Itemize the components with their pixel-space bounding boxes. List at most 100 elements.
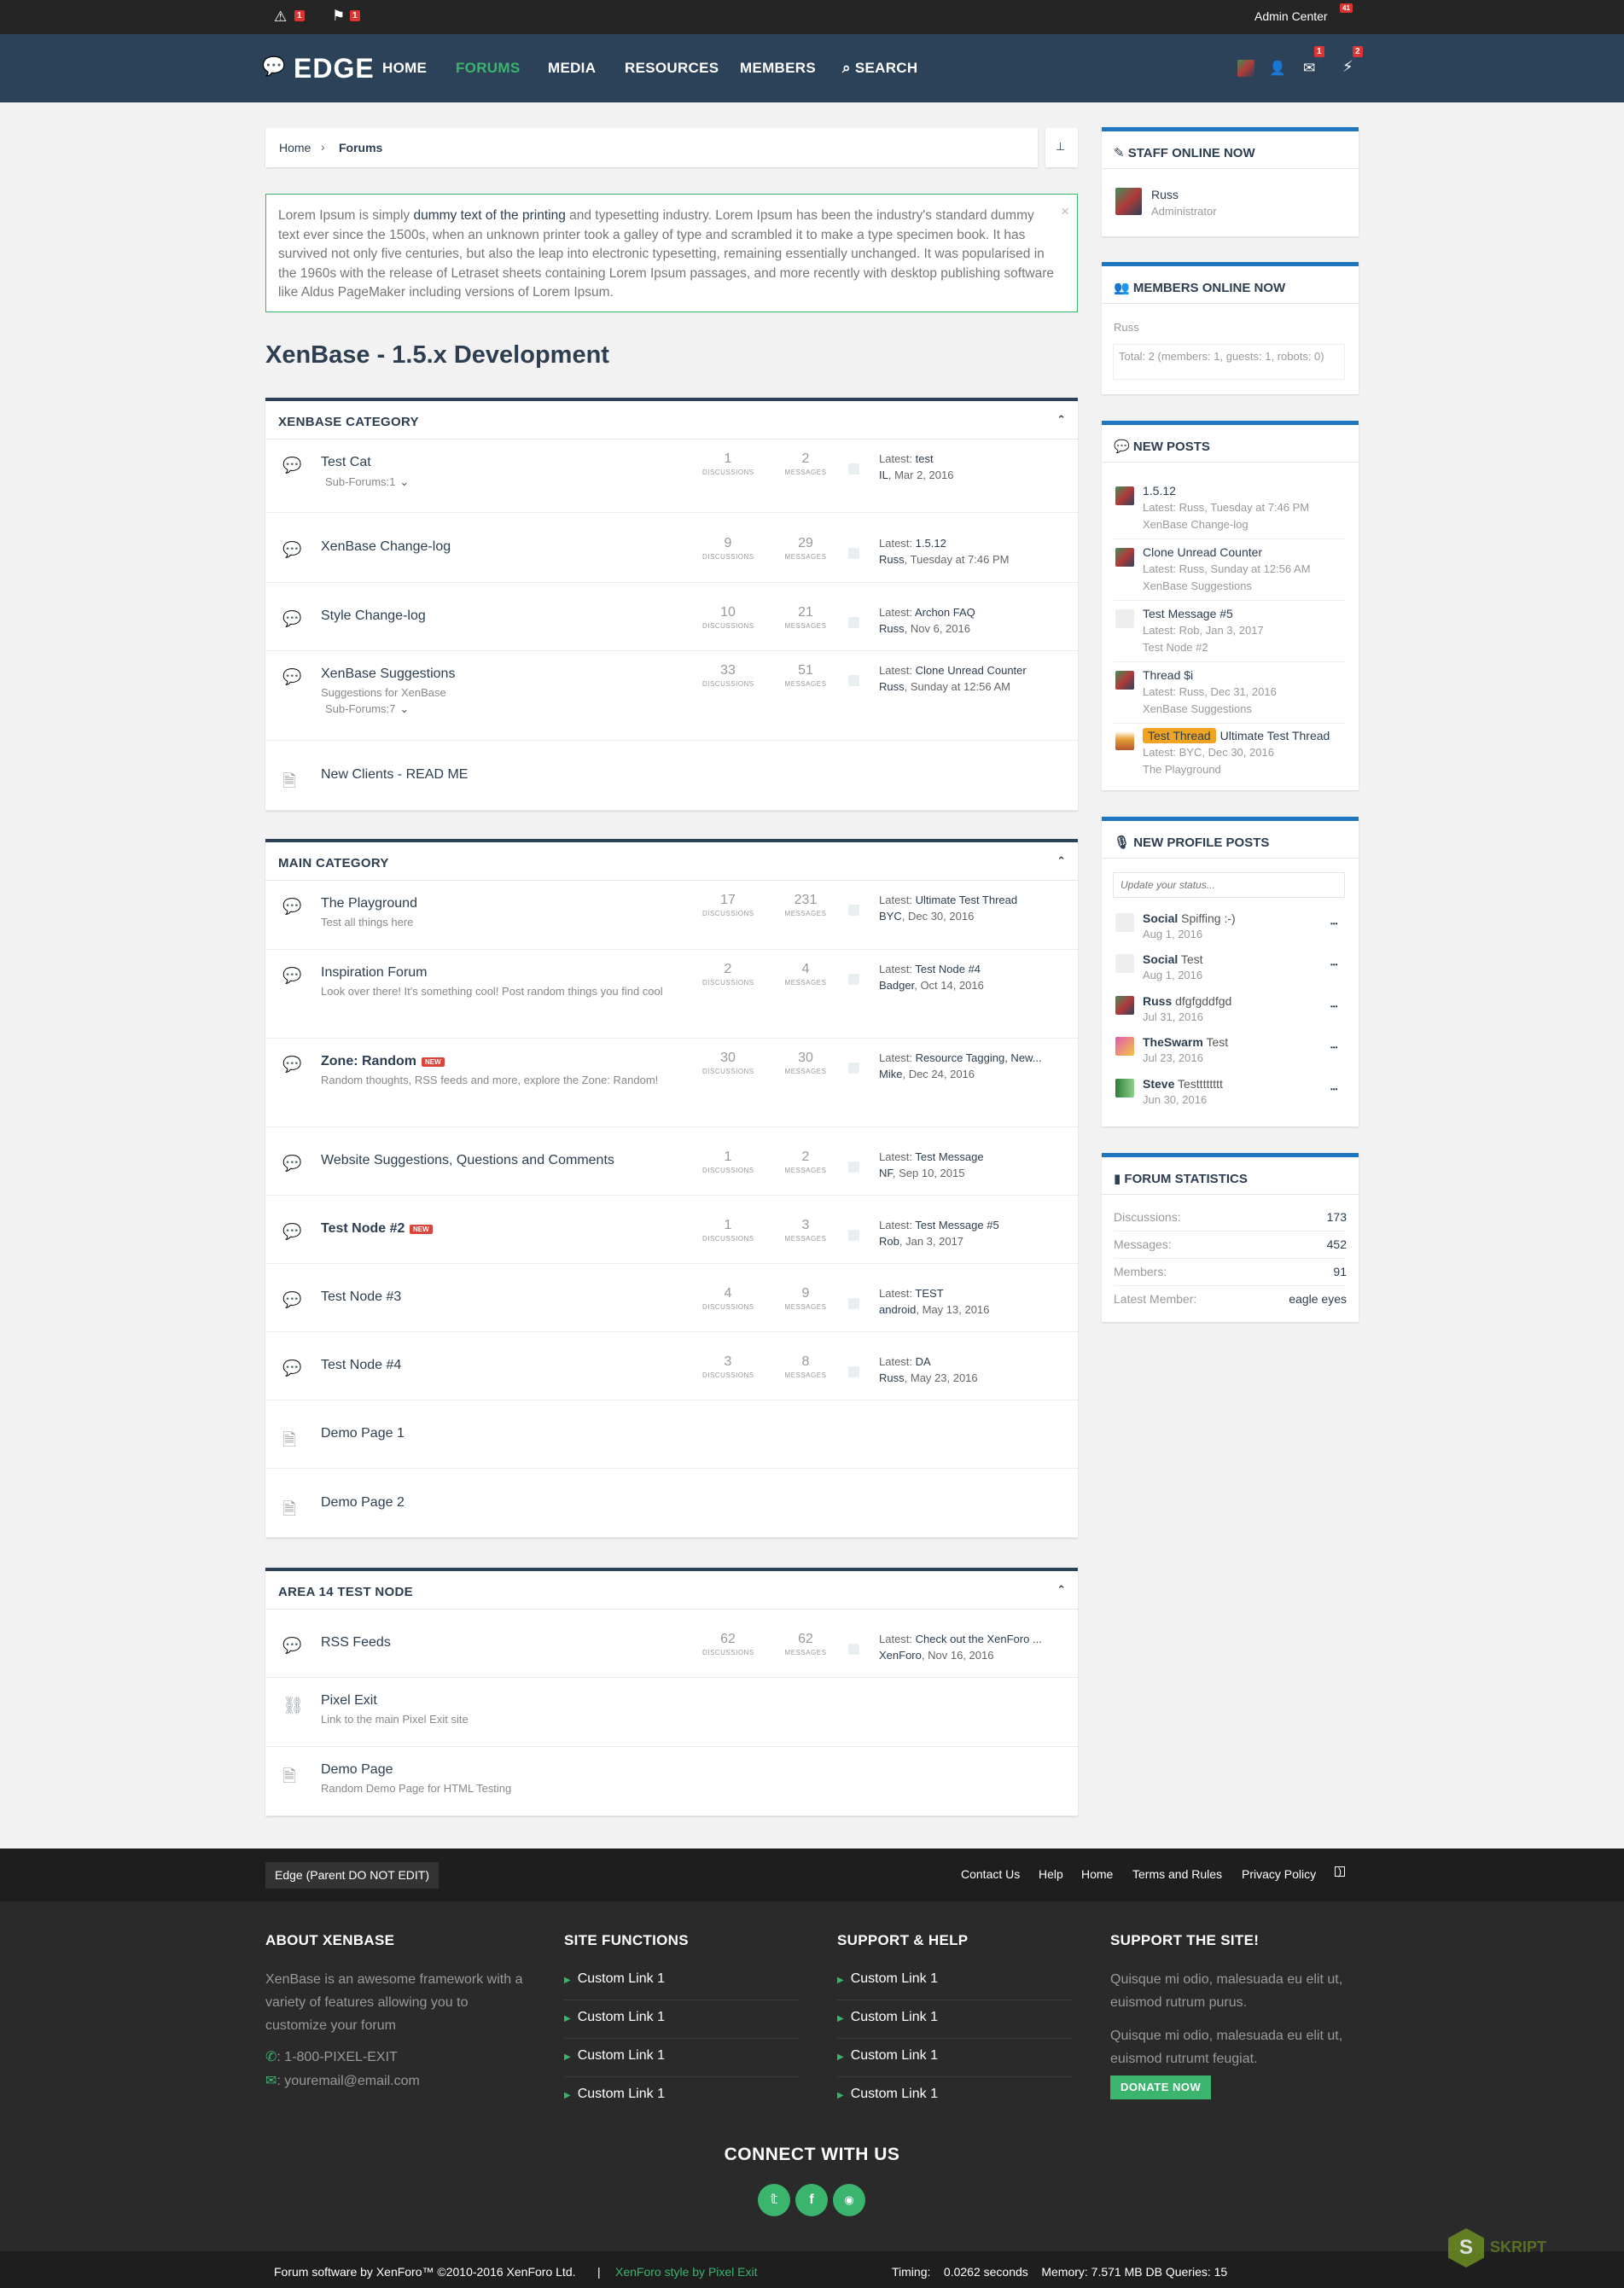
new-post-title[interactable]: Thread $i	[1143, 668, 1193, 682]
footer-custom-link[interactable]: ▶ Custom Link 1	[837, 2087, 938, 2102]
breadcrumb-home[interactable]: Home	[279, 141, 311, 154]
sitemap-button[interactable]: ⊥	[1045, 128, 1078, 167]
forum-title[interactable]: New Clients - READ ME	[321, 767, 468, 783]
latest-user-link[interactable]: android	[879, 1303, 916, 1316]
post-avatar[interactable]	[1115, 548, 1134, 567]
footer-custom-link[interactable]: ▶ Custom Link 1	[564, 2087, 665, 2102]
forum-row[interactable]: 💬 Test Cat Sub-Forums:1 ⌄ 1 DISCUSSIONS 2 MESSA…	[265, 440, 1078, 513]
forum-row[interactable]: 💬 XenBase Change-log 9 DISCUSSIONS 29 MESSAGE…	[265, 513, 1078, 583]
footer-custom-link[interactable]: ▶ Custom Link 1	[837, 2048, 938, 2064]
forum-title[interactable]: Demo Page 2	[321, 1495, 405, 1511]
forum-title[interactable]: Test Cat	[321, 455, 371, 470]
last-poster-avatar[interactable]	[848, 1230, 859, 1241]
rss-icon[interactable]: )	[1335, 1866, 1345, 1877]
alerts-bolt-icon[interactable]: ⚡	[1342, 58, 1353, 76]
forum-title[interactable]: Demo Page 1	[321, 1426, 405, 1441]
profile-post-user[interactable]: TheSwarm	[1143, 1035, 1203, 1049]
forum-row[interactable]: 💬 Style Change-log 10 DISCUSSIONS 21 MESSAGES…	[265, 583, 1078, 651]
last-poster-avatar[interactable]	[848, 1366, 859, 1377]
new-post-title[interactable]: Test Message #5	[1143, 607, 1233, 620]
notice-close-icon[interactable]: ×	[1061, 203, 1069, 220]
nav-home[interactable]: HOME	[382, 60, 427, 77]
forum-title[interactable]: Test Node #3	[321, 1290, 401, 1305]
subforums-toggle[interactable]: Sub-Forums:7 ⌄	[325, 702, 409, 716]
forum-row[interactable]: 🗎 Demo Page 1	[265, 1400, 1078, 1469]
forum-row[interactable]: 💬 Test Node #2 NEW 1 DISCUSSIONS 3 MESSAGES Lat…	[265, 1196, 1078, 1264]
last-poster-avatar[interactable]	[848, 1062, 859, 1074]
site-logo[interactable]: EDGE	[294, 53, 375, 84]
copyright-text[interactable]: Forum software by XenForo™ ©2010-2016 Xe…	[274, 2265, 576, 2279]
latest-user-link[interactable]: Russ	[879, 680, 905, 693]
forum-title[interactable]: Pixel Exit	[321, 1693, 377, 1709]
forum-row[interactable]: 🗎 Demo Page 2	[265, 1469, 1078, 1538]
nav-media[interactable]: MEDIA	[548, 60, 596, 77]
profile-avatar[interactable]	[1115, 1079, 1134, 1097]
last-poster-avatar[interactable]	[848, 463, 859, 474]
profile-post-user[interactable]: Social	[1143, 952, 1178, 966]
last-poster-avatar[interactable]	[848, 1644, 859, 1655]
latest-thread-link[interactable]: Test Node #4	[915, 963, 981, 975]
forum-row[interactable]: 💬 Website Suggestions, Questions and Comm…	[265, 1127, 1078, 1196]
forum-title[interactable]: Inspiration Forum	[321, 965, 428, 981]
new-post-forum[interactable]: XenBase Suggestions	[1143, 702, 1252, 715]
forum-row[interactable]: 💬 XenBase Suggestions Suggestions for XenB…	[265, 651, 1078, 741]
forum-title[interactable]: Test Node #2	[321, 1221, 405, 1237]
latest-thread-link[interactable]: Test Message #5	[915, 1219, 998, 1231]
latest-user-link[interactable]: Badger	[879, 979, 914, 992]
footer-link-privacy[interactable]: Privacy Policy	[1242, 1867, 1316, 1881]
twitter-icon[interactable]: 𝕥	[758, 2184, 790, 2216]
footer-custom-link[interactable]: ▶ Custom Link 1	[837, 2010, 938, 2025]
profile-post-user[interactable]: Russ	[1143, 994, 1172, 1008]
more-options-icon[interactable]: •••	[1330, 1086, 1337, 1093]
forum-row[interactable]: 🗎 Demo Page Random Demo Page for HTML Test…	[265, 1747, 1078, 1816]
post-avatar[interactable]	[1115, 731, 1134, 750]
facebook-icon[interactable]: f	[795, 2184, 828, 2216]
more-options-icon[interactable]: •••	[1330, 961, 1337, 969]
forum-title[interactable]: XenBase Suggestions	[321, 667, 455, 682]
footer-custom-link[interactable]: ▶ Custom Link 1	[564, 2010, 665, 2025]
latest-thread-link[interactable]: Archon FAQ	[915, 606, 975, 619]
staff-avatar[interactable]	[1115, 188, 1142, 215]
last-poster-avatar[interactable]	[848, 1161, 859, 1173]
forum-title[interactable]: XenBase Change-log	[321, 539, 451, 555]
category-header[interactable]: AREA 14 TEST NODE ⌃	[265, 1571, 1078, 1610]
latest-user-link[interactable]: NF	[879, 1167, 893, 1179]
forum-row[interactable]: 🗎 New Clients - READ ME	[265, 741, 1078, 811]
latest-user-link[interactable]: Russ	[879, 622, 905, 635]
chevron-up-icon[interactable]: ⌃	[1056, 413, 1066, 427]
forum-row[interactable]: 💬 Test Node #3 4 DISCUSSIONS 9 MESSAGES Latest…	[265, 1264, 1078, 1332]
latest-thread-link[interactable]: Resource Tagging, New...	[916, 1051, 1042, 1064]
new-post-title[interactable]: Test Thread Ultimate Test Thread	[1143, 728, 1330, 743]
latest-user-link[interactable]: Russ	[879, 553, 905, 566]
post-avatar[interactable]	[1115, 671, 1134, 690]
post-avatar[interactable]	[1115, 486, 1134, 505]
new-post-title[interactable]: Clone Unread Counter	[1143, 545, 1262, 559]
latest-thread-link[interactable]: Clone Unread Counter	[916, 664, 1027, 677]
forum-title[interactable]: Zone: Random	[321, 1054, 416, 1069]
latest-user-link[interactable]: Russ	[879, 1371, 905, 1384]
category-header[interactable]: MAIN CATEGORY ⌃	[265, 842, 1078, 881]
forum-row[interactable]: 💬 RSS Feeds 62 DISCUSSIONS 62 MESSAGES Latest:…	[265, 1610, 1078, 1678]
footer-custom-link[interactable]: ▶ Custom Link 1	[837, 1971, 938, 1987]
profile-avatar[interactable]	[1115, 1037, 1134, 1056]
forum-title[interactable]: The Playground	[321, 896, 417, 911]
chevron-up-icon[interactable]: ⌃	[1056, 1583, 1066, 1597]
forum-row[interactable]: 💬 The Playground Test all things here 17 DIS…	[265, 881, 1078, 950]
footer-link-terms[interactable]: Terms and Rules	[1132, 1867, 1222, 1881]
chevron-up-icon[interactable]: ⌃	[1056, 854, 1066, 868]
latest-user-link[interactable]: XenForo	[879, 1649, 922, 1662]
inbox-icon[interactable]: ✉	[1303, 60, 1315, 77]
profile-post-user[interactable]: Steve	[1143, 1077, 1174, 1091]
flag-icon[interactable]: ⚑	[332, 8, 345, 25]
post-avatar[interactable]	[1115, 609, 1134, 628]
staff-name[interactable]: Russ	[1151, 188, 1179, 201]
latest-thread-link[interactable]: Ultimate Test Thread	[916, 894, 1017, 906]
nav-search[interactable]: ⌕ SEARCH	[842, 60, 917, 77]
last-poster-avatar[interactable]	[848, 548, 859, 559]
latest-user-link[interactable]: BYC	[879, 910, 902, 923]
footer-link-contact[interactable]: Contact Us	[961, 1867, 1020, 1881]
footer-link-help[interactable]: Help	[1039, 1867, 1063, 1881]
forum-row[interactable]: ⛓ Pixel Exit Link to the main Pixel Exit s…	[265, 1678, 1078, 1747]
last-poster-avatar[interactable]	[848, 1298, 859, 1309]
footer-custom-link[interactable]: ▶ Custom Link 1	[564, 1971, 665, 1987]
